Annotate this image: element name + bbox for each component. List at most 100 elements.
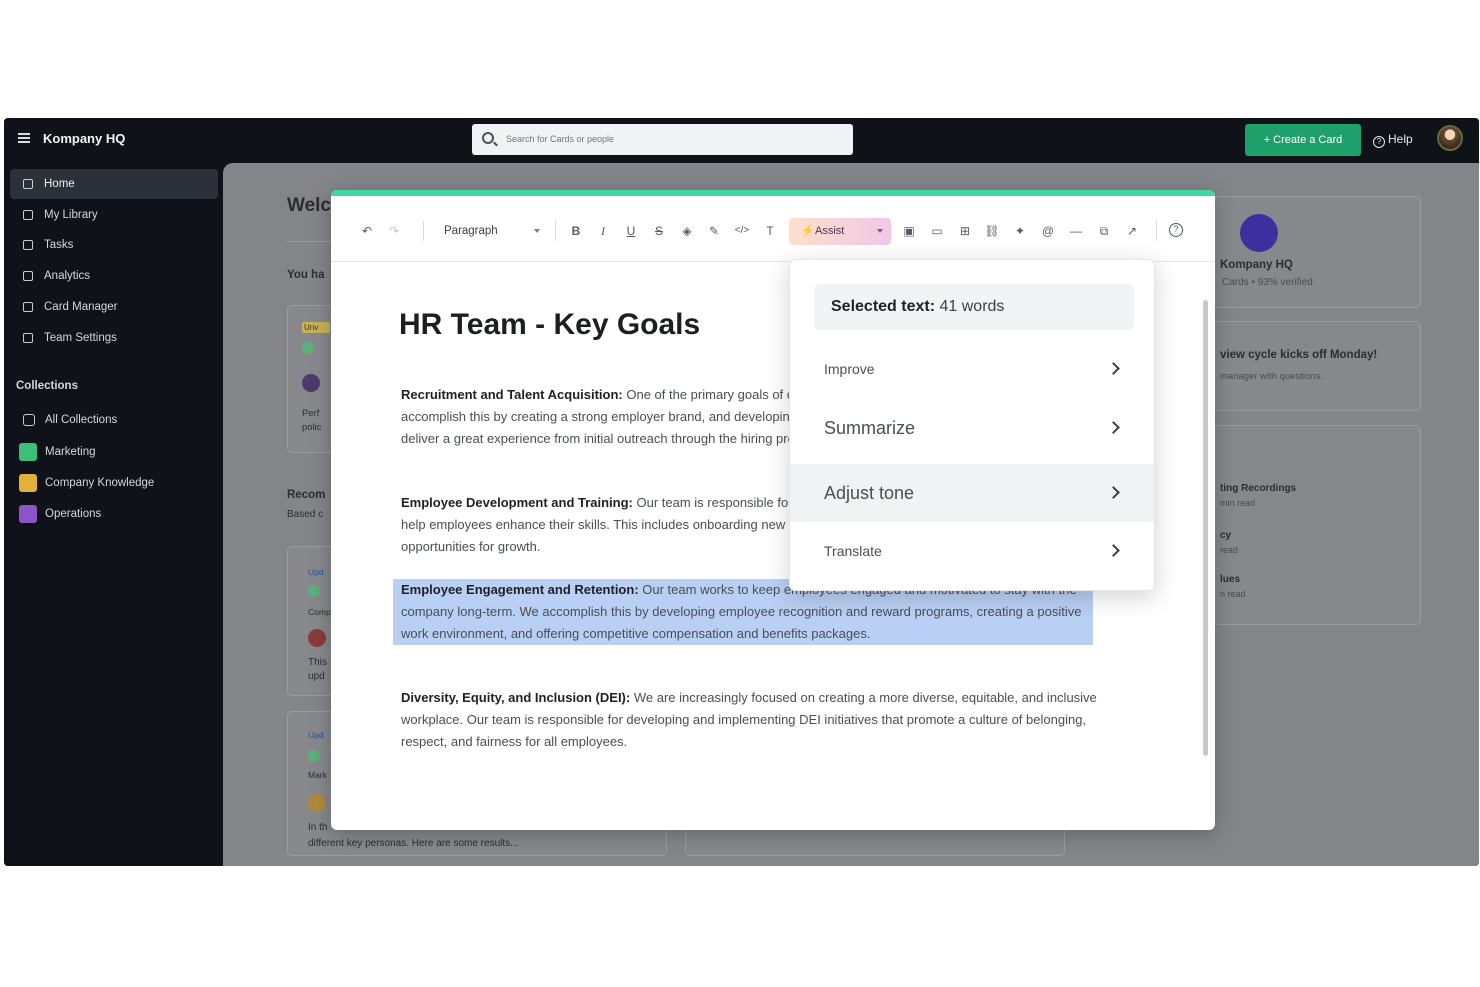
collection-company-knowledge[interactable]: Company Knowledge [10,468,218,498]
mention-icon[interactable]: @ [1040,223,1056,239]
check-icon [308,750,320,762]
chevron-right-icon [1107,544,1120,557]
assist-label: Assist [815,225,845,237]
assist-button[interactable]: ⚡ Assist [789,218,891,245]
card-manager-icon [23,302,33,312]
create-card-button[interactable]: + Create a Card [1245,124,1361,156]
underline-icon[interactable]: U [623,223,639,239]
assist-option-adjust-tone[interactable]: Adjust tone [790,464,1154,522]
sidebar-item-my-library[interactable]: My Library [10,200,218,230]
announcement-subtitle: manager with questions. [1220,371,1323,382]
list-item-meta: min read [1220,498,1256,508]
analytics-icon [23,271,33,281]
assist-option-improve[interactable]: Improve [790,340,1154,398]
code-icon[interactable]: </> [734,223,750,239]
help-icon[interactable]: ? [1169,223,1183,237]
card-snippet: Comp [308,607,331,617]
toolbar-divider [1156,221,1157,241]
editor-scrollbar[interactable] [1203,300,1208,756]
highlighter-icon[interactable]: ✎ [706,223,722,239]
avatar [308,794,326,812]
help-label: Help [1388,132,1413,146]
announcement-card[interactable]: view cycle kicks off Monday! manager wit… [1213,321,1421,411]
sidebar: Home My Library Tasks Analytics Card Man… [4,162,223,866]
sparkle-icon: ⚡ [801,225,815,237]
sidebar-item-home[interactable]: Home [10,169,218,199]
collections-heading: Collections [16,380,78,392]
assist-dropdown-menu: Selected text: 41 words Improve Summariz… [789,259,1155,591]
grid-icon [23,414,35,426]
reading-list-card[interactable]: ting Recordings min read cy read lues n … [1213,425,1421,625]
strikethrough-icon[interactable]: S [651,223,667,239]
image-icon[interactable]: ▣ [901,223,917,239]
chevron-right-icon [1107,486,1120,499]
external-link-icon[interactable]: ↗ [1124,223,1140,239]
tasks-icon [23,240,33,250]
sidebar-item-label: Home [44,178,75,190]
document-title[interactable]: HR Team - Key Goals [399,308,700,342]
collection-all[interactable]: All Collections [10,405,218,435]
sidebar-item-label: Analytics [44,270,91,282]
paragraph-heading: Recruitment and Talent Acquisition: [401,387,623,402]
status-badge: Unv [302,322,330,333]
assist-option-label: Summarize [824,418,916,438]
recommended-heading: Recom [287,489,326,501]
list-item-title: lues [1220,574,1241,585]
sidebar-item-label: Team Settings [44,332,117,344]
sidebar-item-team-settings[interactable]: Team Settings [10,323,218,353]
sidebar-item-label: Tasks [44,239,74,251]
card-snippet: Mark [308,770,327,780]
top-bar: Kompany HQ + Create a Card ?Help [4,118,1479,162]
sidebar-item-analytics[interactable]: Analytics [10,261,218,291]
selected-text-summary: Selected text: 41 words [814,284,1134,330]
company-card[interactable]: Kompany HQ Cards • 93% verified [1213,196,1421,308]
sidebar-item-tasks[interactable]: Tasks [10,230,218,260]
collection-operations[interactable]: Operations [10,499,218,529]
italic-icon[interactable]: I [595,223,611,239]
divider-icon[interactable]: — [1068,223,1084,239]
help-link[interactable]: ? Help [1373,132,1413,148]
user-avatar[interactable] [1437,125,1463,151]
attachment-icon[interactable]: ✦ [1012,223,1028,239]
updated-badge: Upd [308,730,324,740]
paragraph-heading: Employee Development and Training: [401,495,633,510]
check-icon [302,342,314,354]
assist-option-summarize[interactable]: Summarize [790,399,1154,457]
link-icon[interactable]: ⛓ [984,223,1000,239]
assist-option-translate[interactable]: Translate [790,522,1154,580]
video-icon[interactable]: ▭ [929,223,945,239]
assist-option-label: Translate [824,543,882,559]
selected-text-label: Selected text: [831,298,936,315]
bold-icon[interactable]: B [568,223,584,239]
fill-color-icon[interactable]: ◈ [679,223,695,239]
updated-badge: Upd [308,567,324,577]
paragraph-style-select[interactable]: Paragraph [444,222,544,240]
table-icon[interactable]: ⊞ [957,223,973,239]
assist-option-label: Adjust tone [824,483,915,503]
card-snippet: polic [302,422,322,433]
search-bar[interactable] [472,124,853,155]
company-card-subtitle: Cards • 93% verified [1222,277,1313,288]
chevron-down-icon[interactable] [877,229,883,233]
undo-icon[interactable]: ↶ [359,223,375,239]
announcement-title: view cycle kicks off Monday! [1220,349,1378,361]
chevron-right-icon [1107,421,1120,434]
clear-format-icon[interactable]: T [762,223,778,239]
sidebar-item-card-manager[interactable]: Card Manager [10,292,218,322]
company-logo-icon [1240,214,1278,252]
selected-word-count: 41 words [939,298,1005,315]
marketing-collection-icon [19,443,37,461]
avatar [302,374,320,392]
collection-marketing[interactable]: Marketing [10,437,218,467]
card-snippet: Perf [302,408,320,419]
embed-icon[interactable]: ⧉ [1096,223,1112,239]
you-have-text: You ha [287,269,325,281]
search-input[interactable] [506,130,836,148]
redo-icon[interactable]: ↷ [386,223,402,239]
list-item-title: ting Recordings [1220,483,1297,494]
hamburger-menu-icon[interactable] [18,133,30,143]
operations-collection-icon [19,505,37,523]
assist-option-label: Improve [824,361,875,377]
editor-toolbar: ↶ ↷ Paragraph B I U S ◈ ✎ </> T ⚡ Assist … [331,196,1215,262]
paragraph-dei[interactable]: Diversity, Equity, and Inclusion (DEI): … [401,687,1111,753]
